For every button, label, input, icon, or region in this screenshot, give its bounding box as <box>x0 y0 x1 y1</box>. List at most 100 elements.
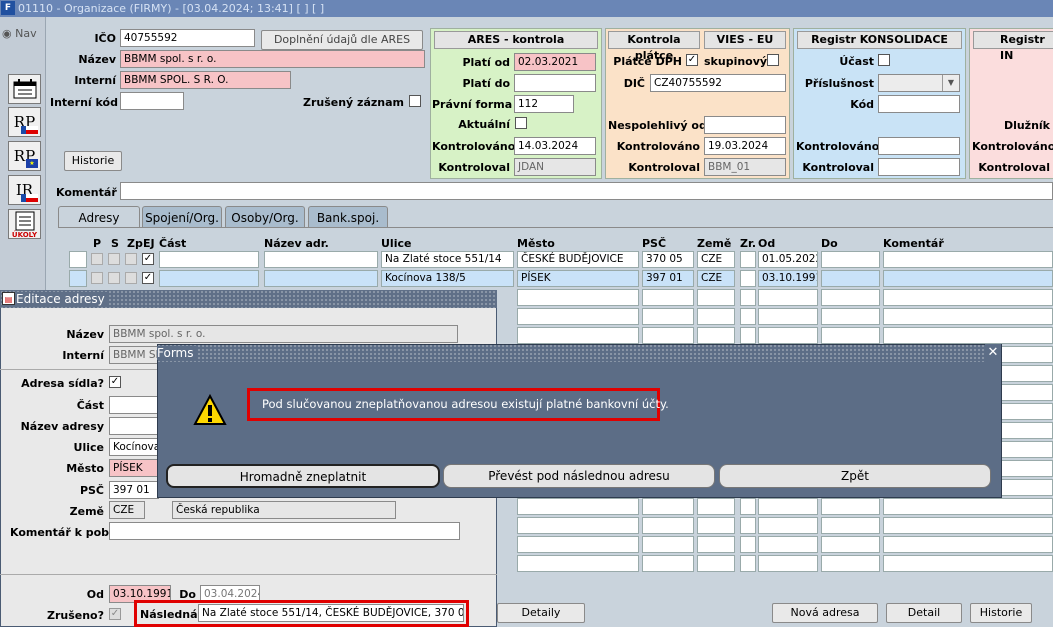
empty-cell[interactable] <box>883 498 1053 515</box>
empty-cell[interactable] <box>883 555 1053 572</box>
row-zp-checkbox[interactable] <box>125 253 137 265</box>
ir-cz-button[interactable]: IR <box>8 175 41 205</box>
empty-cell[interactable] <box>740 327 756 344</box>
empty-cell[interactable] <box>821 517 880 534</box>
empty-cell[interactable] <box>758 555 818 572</box>
ares-aktualni-checkbox[interactable] <box>515 117 527 129</box>
kons-kontroloval-input[interactable] <box>878 158 960 176</box>
empty-cell[interactable] <box>697 498 735 515</box>
prevest-button[interactable]: Převést pod následnou adresu <box>443 464 715 488</box>
empty-cell[interactable] <box>697 327 735 344</box>
row-od[interactable]: 01.05.2022 <box>758 251 818 268</box>
empty-cell[interactable] <box>642 555 694 572</box>
empty-cell[interactable] <box>697 308 735 325</box>
empty-cell[interactable] <box>642 289 694 306</box>
empty-cell[interactable] <box>821 536 880 553</box>
ucast-checkbox[interactable] <box>878 54 890 66</box>
row-psc[interactable]: 397 01 <box>642 270 694 287</box>
historie-bottom-button[interactable]: Historie <box>970 603 1032 623</box>
row-mesto[interactable]: ČESKÉ BUDĚJOVICE <box>517 251 639 268</box>
empty-cell[interactable] <box>740 498 756 515</box>
row-ej-checkbox[interactable]: ✓ <box>142 253 154 265</box>
skupinovy-checkbox[interactable] <box>767 54 779 66</box>
ico-input[interactable]: 40755592 <box>120 29 255 47</box>
empty-cell[interactable] <box>821 555 880 572</box>
empty-cell[interactable] <box>758 517 818 534</box>
row-cast[interactable] <box>159 251 259 268</box>
empty-cell[interactable] <box>758 308 818 325</box>
empty-cell[interactable] <box>642 308 694 325</box>
historie-button[interactable]: Historie <box>64 151 122 171</box>
doplneni-ares-button[interactable]: Doplnění údajů dle ARES <box>261 30 423 50</box>
row-selector[interactable] <box>69 251 87 268</box>
rp-eu-button[interactable]: RP ★ <box>8 141 41 171</box>
empty-cell[interactable] <box>821 327 880 344</box>
row-od[interactable]: 03.10.1991 <box>758 270 818 287</box>
empty-cell[interactable] <box>883 517 1053 534</box>
dic-input[interactable]: CZ40755592 <box>650 74 786 92</box>
empty-cell[interactable] <box>697 517 735 534</box>
kod-input[interactable] <box>878 95 960 113</box>
empty-cell[interactable] <box>740 289 756 306</box>
empty-cell[interactable] <box>758 536 818 553</box>
empty-cell[interactable] <box>883 327 1053 344</box>
empty-cell[interactable] <box>697 555 735 572</box>
ukoly-button[interactable]: ÚKOLY <box>8 209 41 239</box>
row-komentar[interactable] <box>883 270 1053 287</box>
empty-cell[interactable] <box>697 289 735 306</box>
empty-cell[interactable] <box>821 289 880 306</box>
row-komentar[interactable] <box>883 251 1053 268</box>
ed-zeme-input[interactable]: CZE <box>109 501 145 519</box>
ares-kontrolovano-input[interactable]: 14.03.2024 <box>514 137 596 155</box>
row-zeme[interactable]: CZE <box>697 270 735 287</box>
empty-cell[interactable] <box>517 498 639 515</box>
ares-kontroloval-input[interactable]: JDAN <box>514 158 596 176</box>
row-cast[interactable] <box>159 270 259 287</box>
nespolehlivy-input[interactable] <box>704 116 786 134</box>
row-mesto[interactable]: PÍSEK <box>517 270 639 287</box>
empty-cell[interactable] <box>642 327 694 344</box>
tab-bank[interactable]: Bank.spoj. <box>308 206 388 228</box>
row-zp-checkbox[interactable] <box>125 272 137 284</box>
empty-cell[interactable] <box>883 308 1053 325</box>
ed-nazev-adr-input[interactable] <box>109 417 159 435</box>
empty-cell[interactable] <box>883 289 1053 306</box>
platce-kontrolovano-input[interactable]: 19.03.2024 <box>704 137 786 155</box>
close-icon[interactable]: ✕ <box>985 344 1001 362</box>
hromadne-zneplatnit-button[interactable]: Hromadně zneplatnit <box>166 464 440 488</box>
tab-spojeni[interactable]: Spojení/Org. <box>142 206 222 228</box>
empty-cell[interactable] <box>642 517 694 534</box>
empty-cell[interactable] <box>740 308 756 325</box>
row-do[interactable] <box>821 251 880 268</box>
zpet-button[interactable]: Zpět <box>719 464 991 488</box>
prislusnost-select[interactable]: ▼ <box>878 74 960 92</box>
rp-cz-button[interactable]: RP <box>8 107 41 137</box>
ed-nasledna-input[interactable]: Na Zlaté stoce 551/14, ČESKÉ BUDĚJOVICE,… <box>198 604 464 622</box>
empty-cell[interactable] <box>517 327 639 344</box>
empty-cell[interactable] <box>740 536 756 553</box>
empty-cell[interactable] <box>517 308 639 325</box>
kons-kontrolovano-input[interactable] <box>878 137 960 155</box>
ed-zruseno-checkbox[interactable]: ✓ <box>109 608 121 620</box>
empty-cell[interactable] <box>642 498 694 515</box>
row-p-checkbox[interactable] <box>91 272 103 284</box>
empty-cell[interactable] <box>642 536 694 553</box>
row-p-checkbox[interactable] <box>91 253 103 265</box>
ares-pravni-forma-input[interactable]: 112 <box>514 95 574 113</box>
empty-cell[interactable] <box>740 517 756 534</box>
row-psc[interactable]: 370 05 <box>642 251 694 268</box>
detail-button[interactable]: Detail <box>886 603 962 623</box>
row-do[interactable] <box>821 270 880 287</box>
ed-psc-input[interactable]: 397 01 <box>109 481 159 499</box>
empty-cell[interactable] <box>740 555 756 572</box>
empty-cell[interactable] <box>517 517 639 534</box>
platce-dph-checkbox[interactable]: ✓ <box>686 54 698 66</box>
row-zr[interactable] <box>740 270 756 287</box>
row-zr[interactable] <box>740 251 756 268</box>
ares-plati-od-input[interactable]: 02.03.2021 <box>514 53 596 71</box>
chevron-down-icon[interactable]: ▼ <box>942 75 959 91</box>
row-nazev-adr[interactable] <box>264 251 378 268</box>
ed-cast-input[interactable] <box>109 396 159 414</box>
row-ulice[interactable]: Na Zlaté stoce 551/14 <box>381 251 514 268</box>
calendar-tool-button[interactable] <box>8 74 41 104</box>
